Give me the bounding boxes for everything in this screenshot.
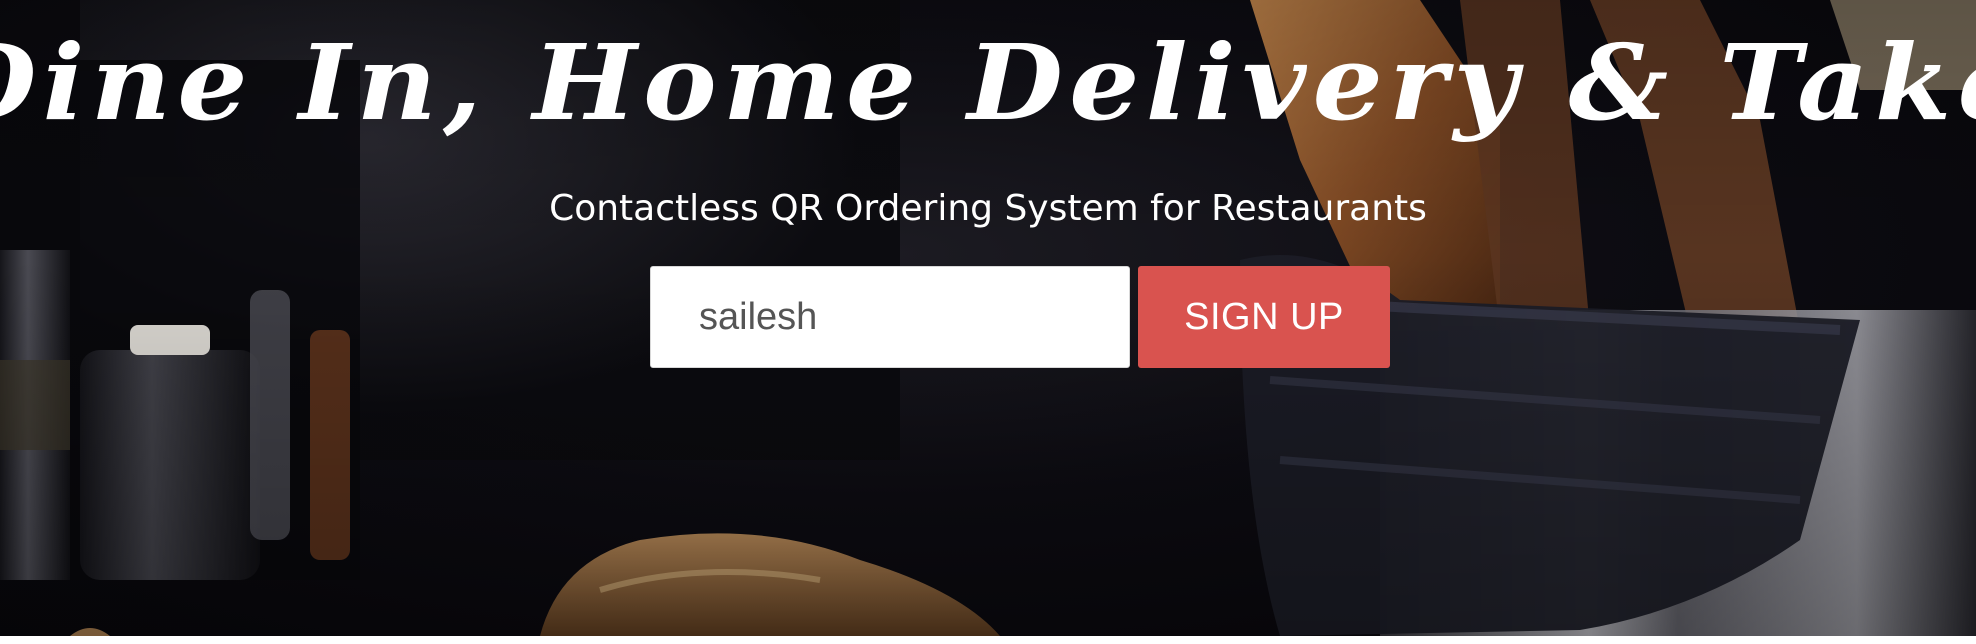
hero-section: Dine In, Home Delivery & Take-Out Contac… bbox=[0, 0, 1976, 636]
name-input[interactable] bbox=[650, 266, 1130, 368]
signup-form: SIGN UP bbox=[650, 266, 1390, 368]
hero-title: Dine In, Home Delivery & Take-Out bbox=[0, 20, 1976, 144]
hero-subtitle: Contactless QR Ordering System for Resta… bbox=[549, 188, 1427, 229]
sign-up-button[interactable]: SIGN UP bbox=[1138, 266, 1390, 368]
